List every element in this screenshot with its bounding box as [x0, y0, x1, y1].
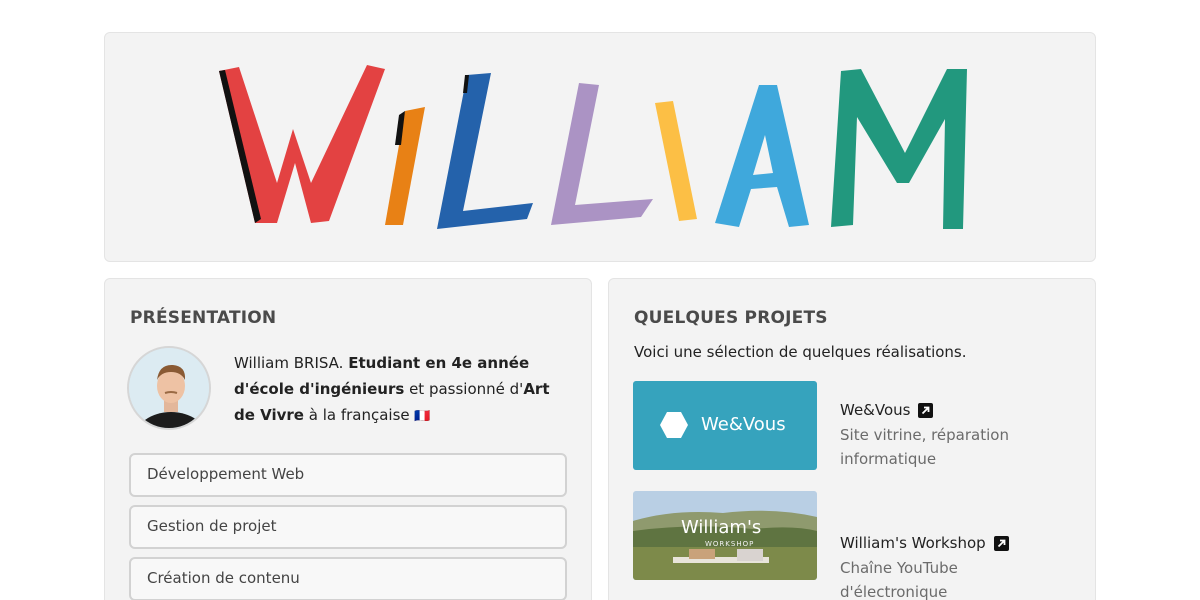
projects-subtitle: Voici une sélection de quelques réalisat… — [634, 343, 967, 361]
project-link-wevous[interactable]: We&Vous — [840, 401, 934, 419]
logo-letter-l2 — [551, 83, 653, 225]
thumbnail-wevous-text: We&Vous — [701, 414, 786, 435]
logo-letter-m — [831, 69, 967, 229]
thumbnail-workshop-subtext: WORKSHOP — [705, 540, 755, 548]
external-link-icon — [993, 535, 1009, 551]
project-description-workshop: Chaîne YouTube d'électronique — [840, 559, 958, 600]
intro-passion: et passionné d' — [409, 380, 524, 398]
project-thumbnail-workshop[interactable]: William's WORKSHOP — [633, 491, 817, 580]
external-link-icon — [918, 402, 934, 418]
intro-name: William BRISA. — [234, 354, 344, 372]
avatar — [127, 346, 211, 430]
intro-tail: à la française — [308, 406, 410, 424]
projects-card: QUELQUES PROJETS Voici une sélection de … — [608, 278, 1096, 600]
presentation-card: PRÉSENTATION William BRISA. Etudiant en … — [104, 278, 592, 600]
presentation-title: PRÉSENTATION — [130, 308, 277, 328]
project-description-wevous: Site vitrine, réparation informatique — [840, 426, 1009, 468]
project-name-wevous: We&Vous — [840, 401, 911, 419]
project-link-workshop[interactable]: William's Workshop — [840, 534, 1009, 552]
skill-web-development[interactable]: Développement Web — [129, 453, 567, 497]
logo-letter-i1 — [385, 107, 425, 225]
logo-letter-l1 — [437, 73, 533, 229]
project-thumbnail-wevous[interactable]: We&Vous — [633, 381, 817, 470]
france-flag-icon: 🇫🇷 — [414, 409, 431, 424]
logo-letter-w — [219, 65, 385, 223]
thumbnail-workshop-text: William's — [681, 517, 762, 538]
logo — [219, 65, 967, 229]
skill-project-management[interactable]: Gestion de projet — [129, 505, 567, 549]
projects-title: QUELQUES PROJETS — [634, 308, 828, 328]
skill-content-creation[interactable]: Création de contenu — [129, 557, 567, 600]
intro-text: William BRISA. Etudiant en 4e année d'éc… — [234, 350, 574, 430]
hero-banner — [104, 32, 1096, 262]
project-name-workshop: William's Workshop — [840, 534, 986, 552]
logo-letter-i2 — [655, 101, 697, 221]
